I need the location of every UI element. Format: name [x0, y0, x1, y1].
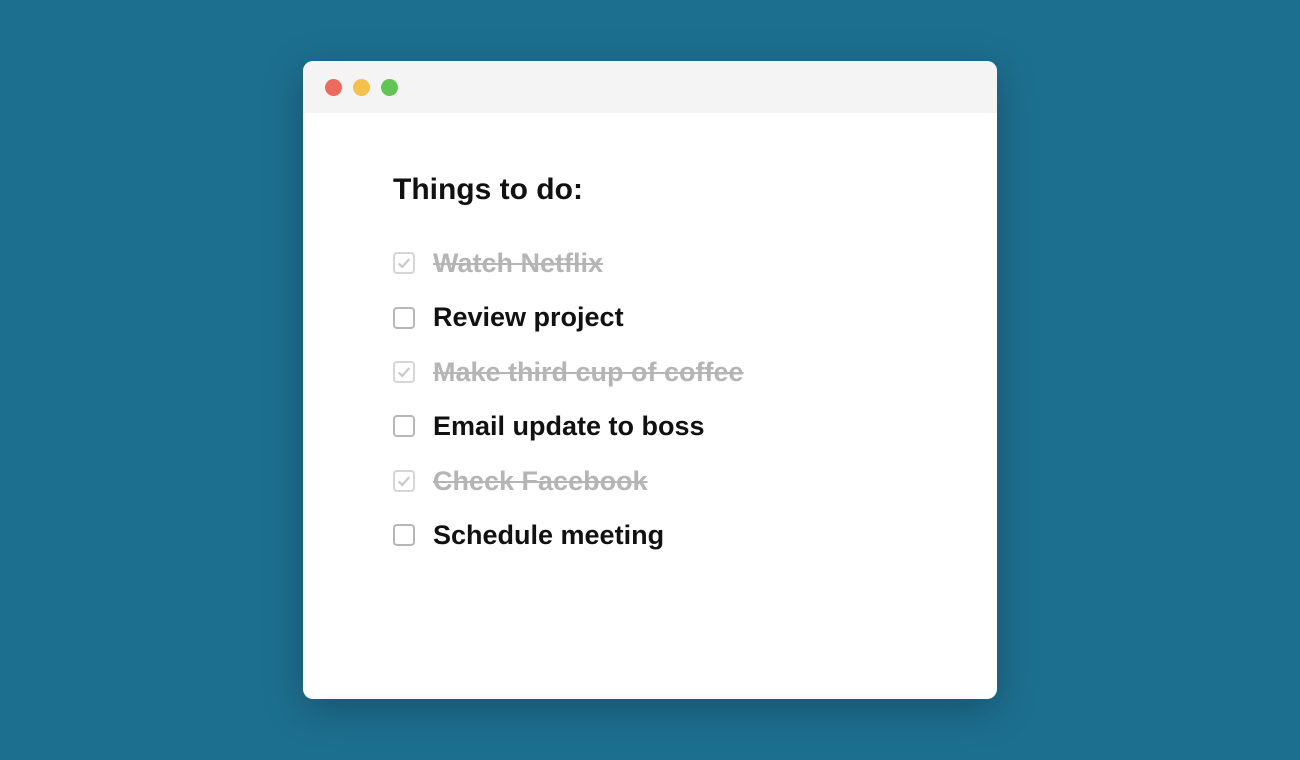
todo-checkbox[interactable] [393, 361, 415, 383]
todo-item: Make third cup of coffee [393, 356, 907, 388]
todo-item-label: Check Facebook [433, 465, 648, 497]
titlebar [303, 61, 997, 113]
app-window: Things to do: Watch Netflix Review projec… [303, 61, 997, 699]
todo-item: Email update to boss [393, 410, 907, 442]
todo-item-label: Email update to boss [433, 410, 705, 442]
page-title: Things to do: [393, 173, 907, 207]
todo-item-label: Schedule meeting [433, 519, 664, 551]
todo-item: Review project [393, 301, 907, 333]
zoom-icon[interactable] [381, 79, 398, 96]
content-area: Things to do: Watch Netflix Review projec… [303, 113, 997, 699]
todo-item-label: Watch Netflix [433, 247, 603, 279]
todo-checkbox[interactable] [393, 415, 415, 437]
todo-item: Watch Netflix [393, 247, 907, 279]
todo-list: Watch Netflix Review project Make third cu… [393, 247, 907, 551]
todo-checkbox[interactable] [393, 470, 415, 492]
todo-item-label: Make third cup of coffee [433, 356, 744, 388]
todo-checkbox[interactable] [393, 307, 415, 329]
todo-checkbox[interactable] [393, 524, 415, 546]
close-icon[interactable] [325, 79, 342, 96]
todo-checkbox[interactable] [393, 252, 415, 274]
todo-item: Schedule meeting [393, 519, 907, 551]
todo-item: Check Facebook [393, 465, 907, 497]
todo-item-label: Review project [433, 301, 624, 333]
minimize-icon[interactable] [353, 79, 370, 96]
